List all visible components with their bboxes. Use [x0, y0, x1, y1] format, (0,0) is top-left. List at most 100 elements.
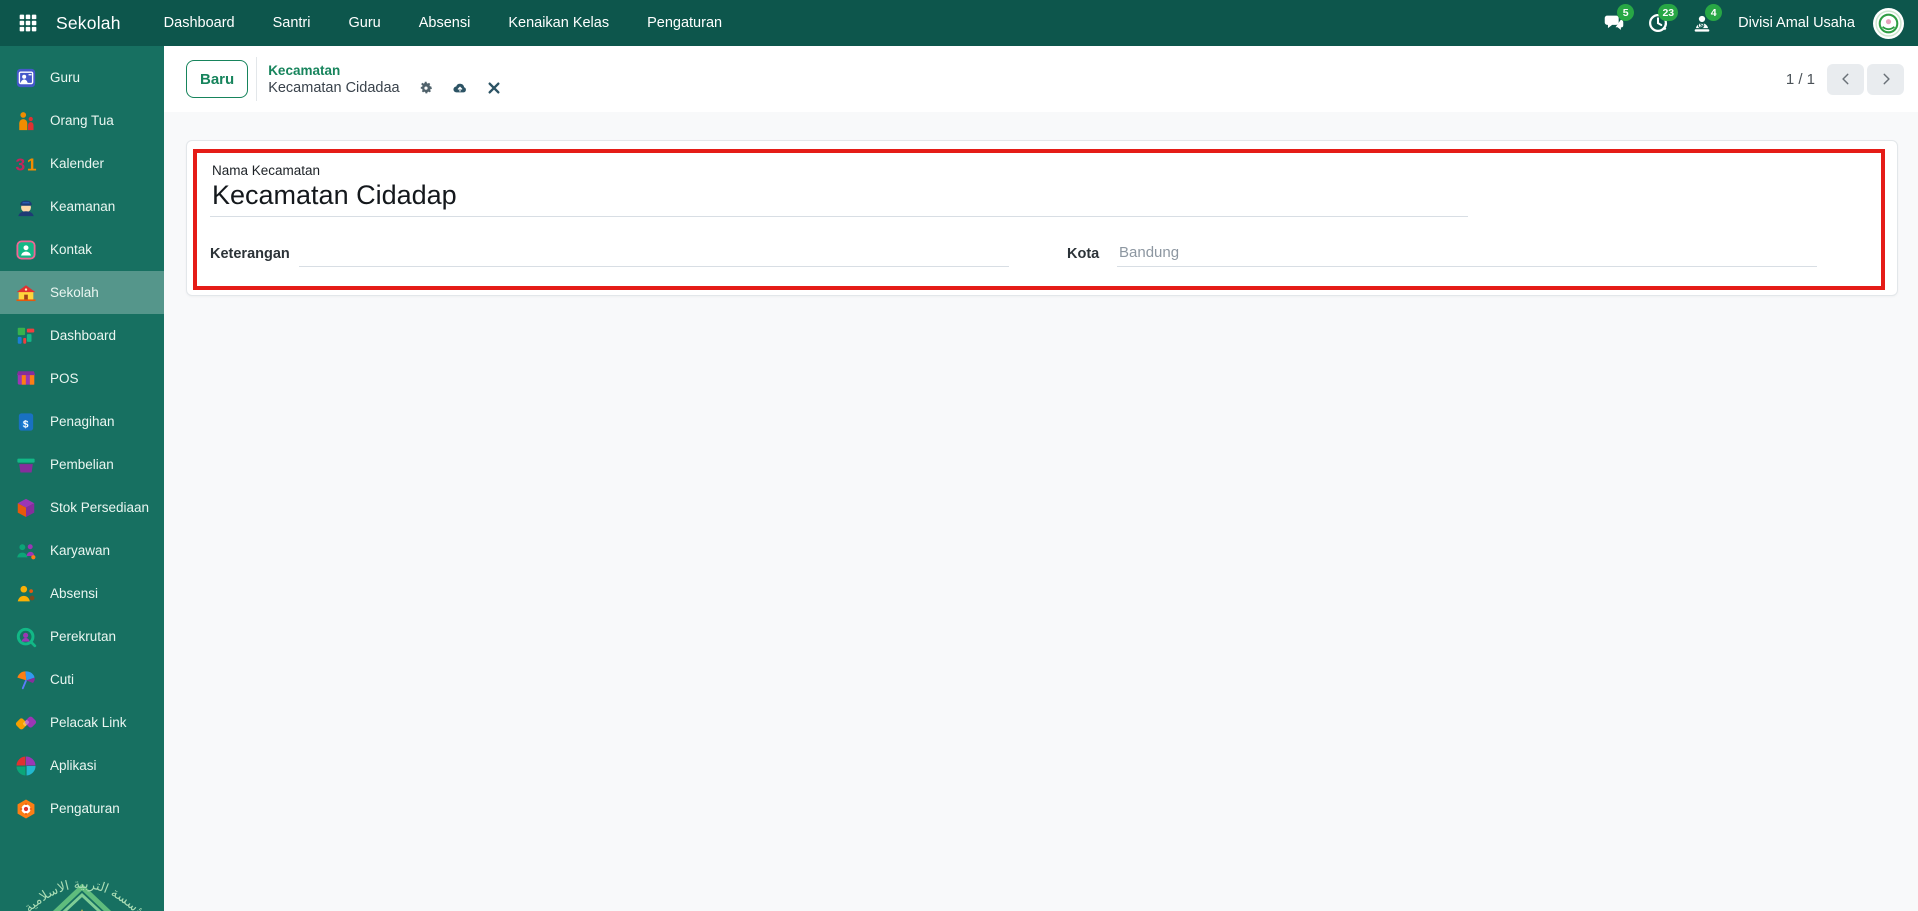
sidebar-item-orang-tua[interactable]: Orang Tua — [0, 99, 164, 142]
messages-icon[interactable]: 5 — [1598, 4, 1635, 39]
sidebar-item-pembelian[interactable]: Pembelian — [0, 443, 164, 486]
sidebar-item-icon — [15, 282, 37, 304]
sidebar-item-icon — [15, 798, 37, 820]
discard-x-icon[interactable] — [486, 80, 502, 96]
sidebar-item-label: Sekolah — [50, 285, 99, 300]
sidebar-item-pelacak-link[interactable]: Pelacak Link — [0, 701, 164, 744]
sidebar-item-dashboard[interactable]: Dashboard — [0, 314, 164, 357]
sidebar-item-penagihan[interactable]: Penagihan — [0, 400, 164, 443]
sidebar-item-label: Aplikasi — [50, 758, 97, 773]
sidebar-item-keamanan[interactable]: Keamanan — [0, 185, 164, 228]
sidebar-item-icon — [15, 755, 37, 777]
requests-badge: 4 — [1705, 4, 1723, 21]
sidebar-item-label: Stok Persediaan — [50, 500, 150, 515]
sidebar-item-pos[interactable]: POS — [0, 357, 164, 400]
sidebar: Guru Orang Tua Kalender Keamanan Kontak … — [0, 46, 164, 911]
sidebar-item-absensi[interactable]: Absensi — [0, 572, 164, 615]
breadcrumb-parent-link[interactable]: Kecamatan — [268, 63, 501, 78]
field-nama-kecamatan: Nama Kecamatan — [210, 163, 1865, 217]
sidebar-item-perekrutan[interactable]: Perekrutan — [0, 615, 164, 658]
kota-label: Kota — [1067, 246, 1100, 262]
sidebar-item-label: Pembelian — [50, 457, 114, 472]
sidebar-item-label: Kalender — [50, 156, 105, 171]
nama-kecamatan-label: Nama Kecamatan — [212, 163, 321, 178]
sidebar-item-icon — [15, 153, 37, 175]
top-menu-item-absensi[interactable]: Absensi — [400, 0, 490, 46]
nama-kecamatan-input[interactable] — [210, 180, 1468, 217]
annotation-highlight-box: Nama Kecamatan Keterangan Kota — [193, 149, 1885, 290]
foundation-logo: مؤسسة التربية الاسلامية — [7, 825, 157, 911]
sidebar-item-sekolah[interactable]: Sekolah — [0, 271, 164, 314]
sidebar-item-icon — [15, 669, 37, 691]
sheet-area: Nama Kecamatan Keterangan Kota — [164, 112, 1918, 296]
messages-badge: 5 — [1617, 4, 1635, 21]
breadcrumb-divider — [256, 57, 258, 101]
sidebar-item-label: Keamanan — [50, 199, 116, 214]
activities-badge: 23 — [1658, 4, 1679, 21]
sidebar-item-label: Cuti — [50, 672, 75, 687]
sidebar-item-icon — [15, 626, 37, 648]
kota-input[interactable] — [1117, 241, 1817, 267]
pager-next-button[interactable] — [1867, 63, 1904, 95]
sidebar-item-label: POS — [50, 371, 79, 386]
sidebar-item-guru[interactable]: Guru — [0, 56, 164, 99]
sidebar-item-icon — [15, 454, 37, 476]
sidebar-item-icon — [15, 583, 37, 605]
sidebar-item-icon — [15, 712, 37, 734]
breadcrumb-current: Kecamatan Cidadaa — [268, 79, 400, 96]
sidebar-item-pengaturan[interactable]: Pengaturan — [0, 787, 164, 830]
main-content: Baru Kecamatan Kecamatan Cidadaa 1 / 1 N… — [164, 46, 1918, 911]
topbar: Sekolah Dashboard Santri Guru Absensi Kenaik… — [0, 0, 1918, 46]
activities-clock-icon[interactable]: 23 — [1642, 4, 1679, 39]
pager-prev-button[interactable] — [1827, 63, 1864, 95]
sidebar-item-icon — [15, 497, 37, 519]
sidebar-item-icon — [15, 325, 37, 347]
new-record-button[interactable]: Baru — [186, 60, 249, 98]
pager-counter: 1 / 1 — [1785, 70, 1815, 88]
top-menu-item-guru[interactable]: Guru — [329, 0, 399, 46]
sidebar-item-kalender[interactable]: Kalender — [0, 142, 164, 185]
breadcrumb: Kecamatan Kecamatan Cidadaa — [268, 63, 501, 96]
sidebar-item-icon — [15, 67, 37, 89]
top-menu: Dashboard Santri Guru Absensi Kenaikan Kelas… — [145, 0, 741, 46]
sidebar-item-label: Dashboard — [50, 328, 117, 343]
sidebar-item-stok-persediaan[interactable]: Stok Persediaan — [0, 486, 164, 529]
breadcrumb-bar: Baru Kecamatan Kecamatan Cidadaa 1 / 1 — [164, 46, 1918, 112]
sidebar-item-label: Pengaturan — [50, 801, 120, 816]
field-row: Keterangan Kota — [210, 241, 1865, 267]
sidebar-item-icon — [15, 540, 37, 562]
sidebar-item-kontak[interactable]: Kontak — [0, 228, 164, 271]
sidebar-item-label: Penagihan — [50, 414, 115, 429]
top-menu-item-santri[interactable]: Santri — [254, 0, 330, 46]
record-pager: 1 / 1 — [1785, 63, 1904, 95]
sidebar-item-label: Orang Tua — [50, 113, 114, 128]
form-card: Nama Kecamatan Keterangan Kota — [186, 140, 1898, 296]
sidebar-item-karyawan[interactable]: Karyawan — [0, 529, 164, 572]
cloud-save-icon[interactable] — [452, 80, 468, 96]
sidebar-item-icon — [15, 368, 37, 390]
keterangan-input[interactable] — [299, 241, 1009, 267]
sidebar-item-icon — [15, 411, 37, 433]
top-menu-item-dashboard[interactable]: Dashboard — [145, 0, 254, 46]
top-menu-item-pengaturan[interactable]: Pengaturan — [628, 0, 741, 46]
sidebar-item-icon — [15, 239, 37, 261]
keterangan-label: Keterangan — [210, 246, 290, 262]
sidebar-item-label: Guru — [50, 70, 81, 85]
sidebar-item-label: Kontak — [50, 242, 93, 257]
apps-grid-icon[interactable] — [12, 7, 44, 39]
sidebar-item-aplikasi[interactable]: Aplikasi — [0, 744, 164, 787]
company-name[interactable]: Divisi Amal Usaha — [1738, 15, 1855, 31]
gear-actions-icon[interactable] — [418, 80, 434, 96]
sidebar-item-icon — [15, 110, 37, 132]
top-menu-item-kenaikan-kelas[interactable]: Kenaikan Kelas — [489, 0, 628, 46]
sidebar-item-label: Karyawan — [50, 543, 111, 558]
payroll-requests-icon[interactable]: 4 — [1686, 4, 1723, 39]
sidebar-item-label: Perekrutan — [50, 629, 117, 644]
sidebar-item-label: Absensi — [50, 586, 99, 601]
avatar[interactable] — [1873, 7, 1904, 39]
app-brand[interactable]: Sekolah — [56, 13, 121, 34]
topbar-systray: 5 23 4 Divisi Amal Usaha — [1598, 4, 1904, 39]
sidebar-item-cuti[interactable]: Cuti — [0, 658, 164, 701]
sidebar-menu: Guru Orang Tua Kalender Keamanan Kontak … — [0, 46, 164, 830]
sidebar-item-label: Pelacak Link — [50, 715, 127, 730]
